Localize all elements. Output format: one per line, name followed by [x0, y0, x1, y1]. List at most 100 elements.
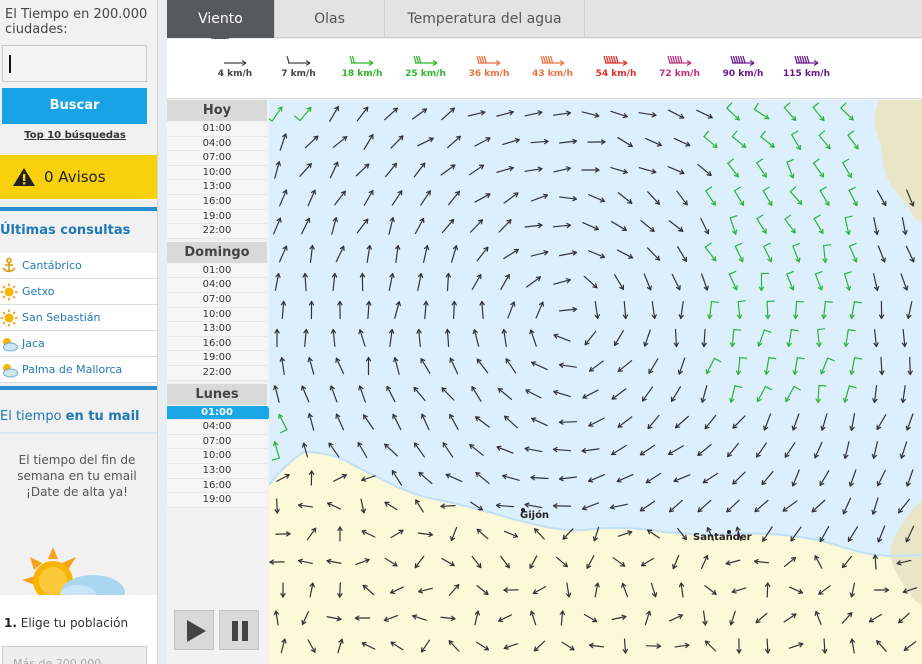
town-input[interactable]: Más de 200.000 [2, 646, 147, 664]
time-slot[interactable]: 04:00 [167, 278, 267, 293]
time-selector: Hoy 01:00 04:00 07:00 10:00 13:00 16:00 19:00 22… [167, 100, 273, 664]
recent-item-jaca[interactable]: Jaca [0, 331, 157, 357]
time-slot[interactable]: 19:00 [167, 493, 267, 508]
time-slot[interactable]: 13:00 [167, 464, 267, 479]
recent-item-label: Jaca [22, 337, 45, 350]
recent-title: Últimas consultas [0, 223, 131, 238]
legend-label: 90 km/h [722, 69, 764, 79]
day-header: Lunes [167, 383, 267, 405]
mail-promo-text: El tiempo del fin de semana en tu email … [17, 453, 137, 499]
time-slot[interactable]: 01:00 [167, 122, 267, 137]
warnings-count: 0 Avisos [44, 168, 106, 186]
time-slot[interactable]: 19:00 [167, 351, 267, 366]
legend-item: 54 km/h [588, 53, 644, 79]
time-slot[interactable]: 07:00 [167, 434, 267, 450]
mail-title: El tiempo en tu mail [0, 409, 157, 424]
time-slot[interactable]: 13:00 [167, 180, 267, 195]
day-header: Domingo [167, 241, 267, 263]
legend-label: 72 km/h [659, 69, 700, 79]
step-label: Elige tu población [20, 616, 129, 630]
wind-barb-icon [285, 55, 310, 67]
wind-barb-icon [793, 55, 818, 67]
legend-item: 72 km/h [652, 53, 708, 79]
app-root: El Tiempo en 200.000 ciudades: Buscar To… [0, 0, 922, 664]
time-slot[interactable]: 04:00 [167, 136, 267, 152]
legend-item: 4 km/h [207, 53, 263, 79]
play-button[interactable] [174, 610, 214, 650]
day-header: Hoy [167, 100, 267, 121]
mail-title-prefix: El tiempo [0, 409, 66, 424]
time-slot[interactable]: 22:00 [167, 366, 267, 381]
legend-label: 4 km/h [217, 69, 253, 79]
search-button[interactable]: Buscar [2, 88, 147, 124]
sidebar: El Tiempo en 200.000 ciudades: Buscar To… [0, 0, 158, 664]
recent-item-palma[interactable]: Palma de Mallorca [0, 357, 157, 383]
time-slot[interactable]: 16:00 [167, 195, 267, 210]
play-icon [187, 620, 206, 642]
time-slot[interactable]: 07:00 [167, 151, 267, 166]
legend-item: 18 km/h [334, 53, 390, 79]
legend-item: 36 km/h [461, 53, 517, 79]
legend-label: 36 km/h [468, 69, 510, 79]
cloud-sun-icon [3, 364, 18, 378]
city-santander: Santander [693, 532, 752, 543]
recent-item-cantabrico[interactable]: Cantábrico [0, 253, 157, 279]
recent-item-label: San Sebastián [22, 311, 101, 324]
recent-item-label: Cantábrico [22, 259, 82, 272]
recent-item-label: Getxo [22, 285, 55, 298]
anchor-icon [2, 257, 16, 273]
wind-barb-icon [476, 55, 501, 67]
tab-viento[interactable]: Viento [167, 0, 275, 38]
legend-item: 25 km/h [398, 53, 454, 79]
time-slot[interactable]: 01:00 [167, 405, 267, 421]
time-slot[interactable]: 16:00 [167, 478, 267, 494]
time-slot[interactable]: 04:00 [167, 420, 267, 435]
pause-button[interactable] [219, 610, 259, 650]
time-slot[interactable]: 07:00 [167, 293, 267, 308]
city-gijon: Gijón [520, 509, 549, 521]
legend-item: 115 km/h [779, 53, 835, 79]
time-slot[interactable]: 10:00 [167, 307, 267, 323]
wind-map[interactable]: Gijón Santander [269, 100, 922, 664]
time-slot[interactable]: 13:00 [167, 322, 267, 337]
wind-speed-legend: 4 km/h 7 km/h 18 km/h 25 km/h 36 km/h 43 km/h… [167, 39, 922, 99]
wind-barb-icon [349, 55, 374, 67]
step-number: 1. [4, 616, 17, 630]
legend-label: 7 km/h [281, 69, 316, 79]
cloud-sun-icon [3, 338, 18, 352]
text-caret [9, 55, 11, 73]
sun-icon [0, 283, 18, 301]
legend-item: 90 km/h [715, 53, 771, 79]
tab-olas[interactable]: Olas [275, 0, 385, 38]
wind-barb-icon [224, 59, 247, 67]
time-slot[interactable]: 01:00 [167, 263, 267, 279]
time-slot[interactable]: 16:00 [167, 336, 267, 352]
warnings-banner[interactable]: 0 Avisos [0, 155, 157, 199]
wind-barb-icon [603, 55, 628, 67]
time-slot[interactable]: 10:00 [167, 449, 267, 464]
time-slot[interactable]: 22:00 [167, 224, 267, 239]
tab-temperatura[interactable]: Temperatura del agua [385, 0, 585, 38]
legend-item: 43 km/h [525, 53, 581, 79]
search-title: El Tiempo en 200.000 ciudades: [5, 7, 148, 37]
recent-item-label: Palma de Mallorca [22, 363, 123, 376]
section-divider [0, 432, 157, 434]
wind-barb-icon [412, 55, 437, 67]
time-slot[interactable]: 10:00 [167, 165, 267, 181]
recent-list: Cantábrico Getxo San Sebastián Jaca Palm… [0, 253, 157, 383]
mail-title-highlight: en tu mail [65, 409, 140, 424]
wind-barb-icon [730, 55, 755, 67]
recent-item-san-sebastian[interactable]: San Sebastián [0, 305, 157, 331]
section-divider [0, 386, 157, 390]
legend-label: 25 km/h [405, 69, 446, 79]
step-title: 1. Elige tu población [4, 616, 128, 630]
wind-barb-icon [539, 55, 564, 67]
tab-bar: Viento Olas Temperatura del agua [167, 0, 922, 47]
recent-item-getxo[interactable]: Getxo [0, 279, 157, 305]
legend-label: 18 km/h [341, 69, 383, 79]
top10-link[interactable]: Top 10 búsquedas [0, 130, 150, 141]
pause-icon [232, 621, 248, 641]
time-slot[interactable]: 19:00 [167, 209, 267, 225]
search-input[interactable] [2, 45, 147, 82]
legend-item: 7 km/h [271, 53, 327, 79]
